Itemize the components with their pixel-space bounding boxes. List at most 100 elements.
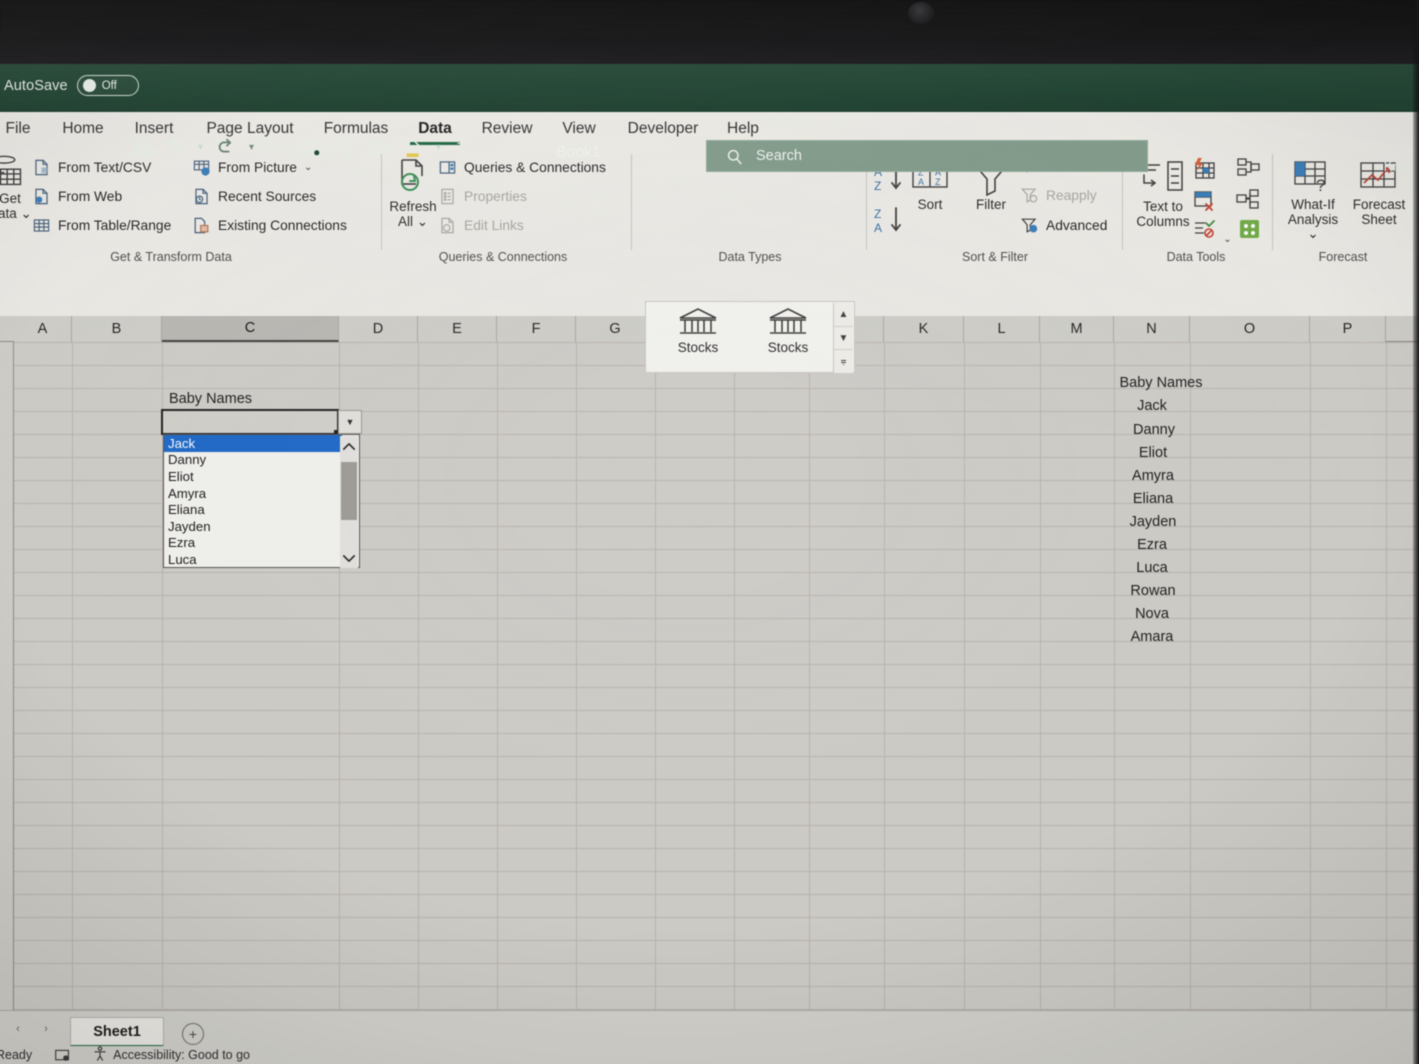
consolidate-button[interactable] (1234, 156, 1262, 180)
fill-color-dropdown-icon[interactable]: ▾ (430, 130, 447, 164)
column-header-d[interactable]: D (339, 316, 418, 342)
edit-links-button[interactable]: Edit Links (438, 216, 524, 235)
data-validation-dropdown-arrow[interactable]: ▼ (338, 410, 362, 434)
sheet-nav-buttons[interactable]: ‹ › (4, 1019, 60, 1039)
data-types-scroll[interactable]: ▲ ▼ ⩦ (833, 303, 853, 373)
quick-print-icon[interactable] (328, 130, 362, 164)
autosave-state: Off (101, 79, 117, 92)
what-if-analysis-button[interactable]: ? What-If Analysis ⌄ (1282, 158, 1344, 242)
dropdown-item-danny[interactable]: Danny (164, 452, 342, 469)
prev-sheet-icon[interactable]: ‹ (16, 1023, 20, 1035)
column-header-k[interactable]: K (884, 316, 964, 342)
reapply-filter-button[interactable]: Reapply (1020, 186, 1097, 205)
cell-n15[interactable]: Amara (1114, 626, 1190, 648)
from-table-range-button[interactable]: From Table/Range (32, 216, 171, 235)
column-header-p[interactable]: P (1310, 316, 1386, 342)
from-web-button[interactable]: From Web (32, 187, 122, 206)
autosave-control[interactable]: AutoSave Off (4, 75, 139, 96)
user-account-label[interactable]: Kruta (1384, 158, 1417, 174)
record-macro-icon[interactable] (54, 1048, 71, 1063)
forecast-sheet-label-1: Forecast (1352, 197, 1406, 212)
save-icon[interactable] (124, 130, 158, 164)
properties-button[interactable]: Properties (438, 187, 527, 206)
gridline-horizontal (14, 779, 1419, 780)
remove-duplicates-button[interactable] (1190, 188, 1218, 214)
refresh-all-button[interactable]: Refresh All ⌄ (382, 156, 444, 229)
column-header-e[interactable]: E (418, 316, 497, 342)
what-if-analysis-icon: ? (1290, 158, 1336, 198)
manage-data-model-button[interactable] (1236, 218, 1264, 240)
undo-dropdown-icon[interactable]: ▾ (192, 130, 209, 164)
fill-color-icon[interactable] (396, 130, 430, 164)
cell-n6[interactable]: Danny (1114, 419, 1194, 441)
cell-n9[interactable]: Eliana (1114, 488, 1192, 510)
column-header-f[interactable]: F (497, 316, 576, 342)
customize-qat-icon[interactable] (447, 130, 481, 164)
chevron-up-icon[interactable] (340, 436, 358, 456)
cell-n13[interactable]: Rowan (1114, 580, 1192, 602)
dropdown-item-amyra[interactable]: Amyra (164, 485, 342, 502)
recent-sources-button[interactable]: Recent Sources (192, 187, 316, 206)
gridline-vertical (884, 342, 885, 1010)
dropdown-scrollbar[interactable] (340, 436, 358, 568)
data-validation-dropdown-list[interactable]: Jack Danny Eliot Amyra Eliana Jayden Ezra Luca (163, 434, 360, 568)
tab-home[interactable]: Home (46, 112, 120, 146)
data-validation-button[interactable] (1188, 218, 1220, 240)
redo-dropdown-icon[interactable]: ▾ (243, 130, 260, 164)
tab-developer[interactable]: Developer (610, 112, 716, 146)
chevron-down-icon[interactable] (340, 548, 358, 568)
cell-n5[interactable]: Jack (1114, 395, 1190, 417)
column-header-a[interactable]: A (14, 316, 72, 342)
data-type-stocks-1[interactable]: Stocks (652, 306, 744, 370)
dropdown-item-jayden[interactable]: Jayden (164, 518, 342, 535)
gridline-horizontal (14, 894, 1419, 895)
tab-file[interactable]: File (0, 112, 46, 146)
column-header-g[interactable]: G (576, 316, 655, 342)
dropdown-item-luca[interactable]: Luca (164, 551, 342, 568)
scroll-up-icon[interactable]: ▲ (834, 303, 853, 327)
add-sheet-icon[interactable]: + (182, 1023, 204, 1045)
advanced-filter-button[interactable]: Advanced (1020, 216, 1107, 235)
dropdown-item-ezra[interactable]: Ezra (164, 535, 342, 552)
dropdown-scroll-thumb[interactable] (341, 462, 357, 520)
svg-text:Z: Z (935, 177, 941, 187)
cell-n7[interactable]: Eliot (1114, 442, 1192, 464)
dropdown-scroll-track[interactable] (340, 456, 358, 548)
scroll-down-icon[interactable]: ▼ (834, 327, 853, 351)
dropdown-item-eliana[interactable]: Eliana (164, 501, 342, 518)
sheet-tab-sheet1[interactable]: Sheet1 (70, 1017, 164, 1047)
relationships-button[interactable] (1234, 188, 1262, 212)
column-header-b[interactable]: B (72, 316, 162, 342)
dropdown-item-eliot[interactable]: Eliot (164, 468, 342, 485)
dropdown-item-jack[interactable]: Jack (164, 435, 342, 452)
cell-n14[interactable]: Nova (1114, 603, 1190, 625)
accessibility-status[interactable]: Accessibility: Good to go (93, 1046, 250, 1064)
cell-n11[interactable]: Ezra (1114, 534, 1190, 556)
cell-c4-baby-names[interactable]: Baby Names (165, 388, 335, 410)
cell-n12[interactable]: Luca (1114, 557, 1190, 579)
column-header-n[interactable]: N (1114, 316, 1190, 342)
active-cell-c5[interactable] (161, 409, 341, 437)
column-header-o[interactable]: O (1190, 316, 1310, 342)
next-sheet-icon[interactable]: › (44, 1023, 48, 1035)
search-input[interactable]: Search (706, 140, 1148, 172)
sort-label: Sort (917, 197, 943, 212)
undo-icon[interactable] (158, 130, 192, 164)
cell-n8[interactable]: Amyra (1114, 465, 1192, 487)
form-icon[interactable] (362, 130, 396, 164)
data-types-gallery[interactable]: Stocks Stocks ▲ ▼ ⩦ (645, 301, 855, 373)
cell-n10[interactable]: Jayden (1114, 511, 1192, 533)
tab-view[interactable]: View (550, 112, 608, 146)
column-header-m[interactable]: M (1040, 316, 1114, 342)
cell-n4-header[interactable]: Baby Names (1114, 372, 1208, 394)
column-header-c[interactable]: C (162, 316, 339, 342)
spelling-icon[interactable]: abc (260, 130, 294, 164)
redo-icon[interactable] (209, 130, 243, 164)
print-preview-icon[interactable] (294, 130, 328, 164)
existing-connections-button[interactable]: Existing Connections (192, 216, 347, 235)
column-header-l[interactable]: L (964, 316, 1040, 342)
data-type-stocks-2[interactable]: Stocks (742, 306, 834, 370)
autosave-toggle[interactable]: Off (76, 75, 139, 96)
more-icon[interactable]: ⩦ (834, 350, 853, 373)
flash-fill-button[interactable] (1190, 156, 1218, 182)
